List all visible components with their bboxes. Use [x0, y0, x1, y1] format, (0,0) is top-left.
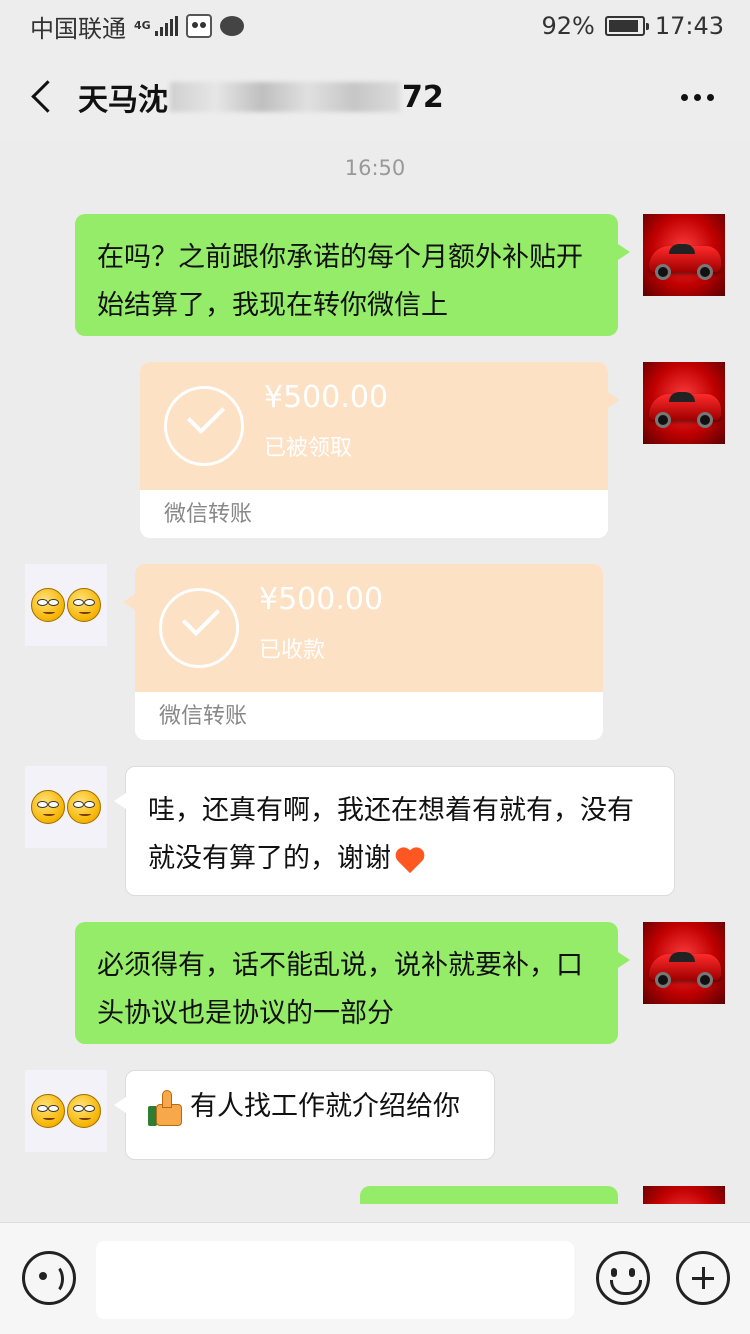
contact-avatar[interactable] — [25, 1070, 107, 1152]
message-text: 有人找工作就介绍给你 — [190, 1091, 460, 1122]
chevron-left-icon[interactable] — [24, 77, 64, 117]
check-circle-icon — [164, 386, 244, 466]
status-bar: 中国联通 4G 92% 17:43 — [0, 0, 750, 52]
message-bubble-received[interactable]: 有人找工作就介绍给你 — [114, 1070, 495, 1160]
message-bubble-sent[interactable]: 必须得有，话不能乱说，说补就要补，口头协议也是协议的一部分 — [75, 922, 630, 1044]
plus-icon[interactable] — [676, 1251, 730, 1305]
message-input[interactable] — [96, 1241, 574, 1319]
network-type: 4G — [134, 19, 151, 32]
message-bubble-sent[interactable]: 在吗？之前跟你承诺的每个月额外补贴开始结算了，我现在转你微信上 — [75, 214, 630, 336]
chat-area[interactable]: 16:50 在吗？之前跟你承诺的每个月额外补贴开始结算了，我现在转你微信上 ¥5… — [0, 142, 750, 1204]
message-bubble-sent[interactable] — [360, 1186, 618, 1204]
transfer-card-sent[interactable]: ¥500.00 已被领取 微信转账 — [140, 362, 608, 538]
panda-app-icon — [185, 14, 212, 38]
message-notification-icon — [219, 16, 244, 36]
voice-icon[interactable] — [22, 1251, 76, 1305]
thumbs-up-icon — [146, 1088, 186, 1128]
battery-percent: 92% — [541, 12, 595, 40]
status-right: 92% 17:43 — [541, 12, 724, 40]
bubble-tail — [123, 594, 135, 610]
smiley-icon[interactable] — [596, 1251, 650, 1305]
input-bar — [0, 1222, 750, 1334]
contact-avatar[interactable] — [25, 564, 107, 646]
carrier-name: 中国联通 — [30, 14, 126, 43]
chat-header: 天马沈 72 — [0, 52, 750, 142]
my-avatar[interactable] — [643, 362, 725, 444]
battery-icon — [604, 16, 649, 36]
transfer-status: 已收款 — [259, 638, 326, 663]
transfer-card-received[interactable]: ¥500.00 已收款 微信转账 — [135, 564, 603, 740]
check-circle-icon — [159, 588, 239, 668]
contact-avatar[interactable] — [25, 766, 107, 848]
signal-icon — [154, 16, 178, 36]
my-avatar[interactable] — [643, 1186, 725, 1204]
bubble-tail — [608, 392, 620, 408]
transfer-label: 微信转账 — [164, 502, 253, 527]
heart-icon — [395, 846, 425, 874]
chat-title-suffix: 72 — [402, 79, 444, 115]
chat-title-prefix: 天马沈 — [78, 83, 168, 118]
more-dots-icon[interactable] — [681, 93, 726, 101]
transfer-card-top: ¥500.00 已收款 — [135, 564, 603, 692]
message-timestamp: 16:50 — [344, 156, 406, 180]
my-avatar[interactable] — [643, 214, 725, 296]
my-avatar[interactable] — [643, 922, 725, 1004]
clock: 17:43 — [654, 12, 724, 40]
transfer-status: 已被领取 — [264, 436, 353, 461]
status-left: 中国联通 4G — [30, 9, 244, 44]
message-text: 哇，还真有啊，我还在想着有就有，没有就没有算了的，谢谢 — [148, 795, 634, 874]
transfer-amount: ¥500.00 — [259, 582, 384, 617]
battery-fill — [608, 20, 639, 32]
transfer-card-top: ¥500.00 已被领取 — [140, 362, 608, 490]
chat-title: 天马沈 72 — [78, 75, 444, 119]
transfer-amount: ¥500.00 — [264, 380, 389, 415]
blurred-title-redaction — [170, 82, 400, 112]
message-bubble-received[interactable]: 哇，还真有啊，我还在想着有就有，没有就没有算了的，谢谢 — [114, 766, 675, 896]
transfer-label: 微信转账 — [159, 704, 248, 729]
